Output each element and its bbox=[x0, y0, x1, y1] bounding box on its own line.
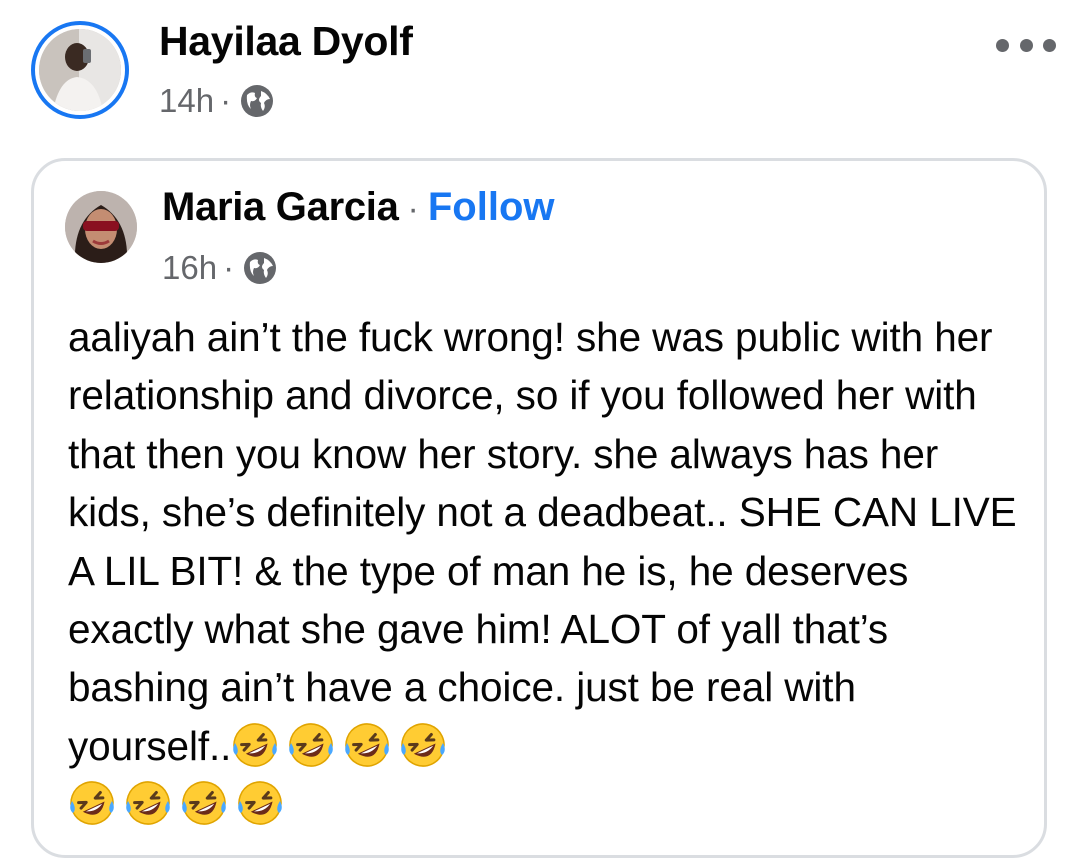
post-body: aaliyah ain’t the fuck wrong! she was pu… bbox=[68, 314, 1017, 769]
globe-icon bbox=[239, 83, 275, 119]
more-dot-icon bbox=[1043, 38, 1056, 52]
name-separator: · bbox=[407, 190, 419, 228]
post-header: Hayilaa Dyolf 14h · bbox=[0, 0, 1080, 150]
laughing-emoji-icon bbox=[343, 721, 391, 769]
post-text: aaliyah ain’t the fuck wrong! she was pu… bbox=[68, 308, 1028, 834]
shared-post-time[interactable]: 16h bbox=[162, 249, 217, 287]
laughing-emoji-icon bbox=[236, 779, 284, 827]
laughing-emoji-icon bbox=[287, 721, 335, 769]
laughing-emoji-icon bbox=[68, 779, 116, 827]
shared-name-row: Maria Garcia · Follow bbox=[162, 185, 555, 230]
shared-meta: 16h · bbox=[162, 249, 278, 287]
shared-post-card[interactable]: Maria Garcia · Follow 16h · aaliyah ain’… bbox=[31, 158, 1047, 858]
post-time[interactable]: 14h bbox=[159, 82, 214, 120]
meta-separator: · bbox=[220, 82, 232, 119]
more-options-button[interactable] bbox=[996, 30, 1056, 60]
globe-icon bbox=[242, 250, 278, 286]
author-avatar-image bbox=[39, 29, 121, 111]
more-dot-icon bbox=[1019, 38, 1033, 52]
laughing-emoji-icon bbox=[399, 721, 447, 769]
meta-separator: · bbox=[223, 249, 235, 286]
laughing-emoji-icon bbox=[124, 779, 172, 827]
laughing-emoji-icon bbox=[180, 779, 228, 827]
more-dot-icon bbox=[996, 38, 1009, 52]
post-meta: 14h · bbox=[159, 82, 275, 120]
follow-button[interactable]: Follow bbox=[428, 185, 555, 230]
shared-author-avatar[interactable] bbox=[65, 191, 137, 263]
author-name[interactable]: Hayilaa Dyolf bbox=[159, 18, 413, 65]
laughing-emoji-icon bbox=[231, 721, 279, 769]
shared-author-name[interactable]: Maria Garcia bbox=[162, 185, 399, 230]
author-avatar[interactable] bbox=[31, 21, 129, 119]
